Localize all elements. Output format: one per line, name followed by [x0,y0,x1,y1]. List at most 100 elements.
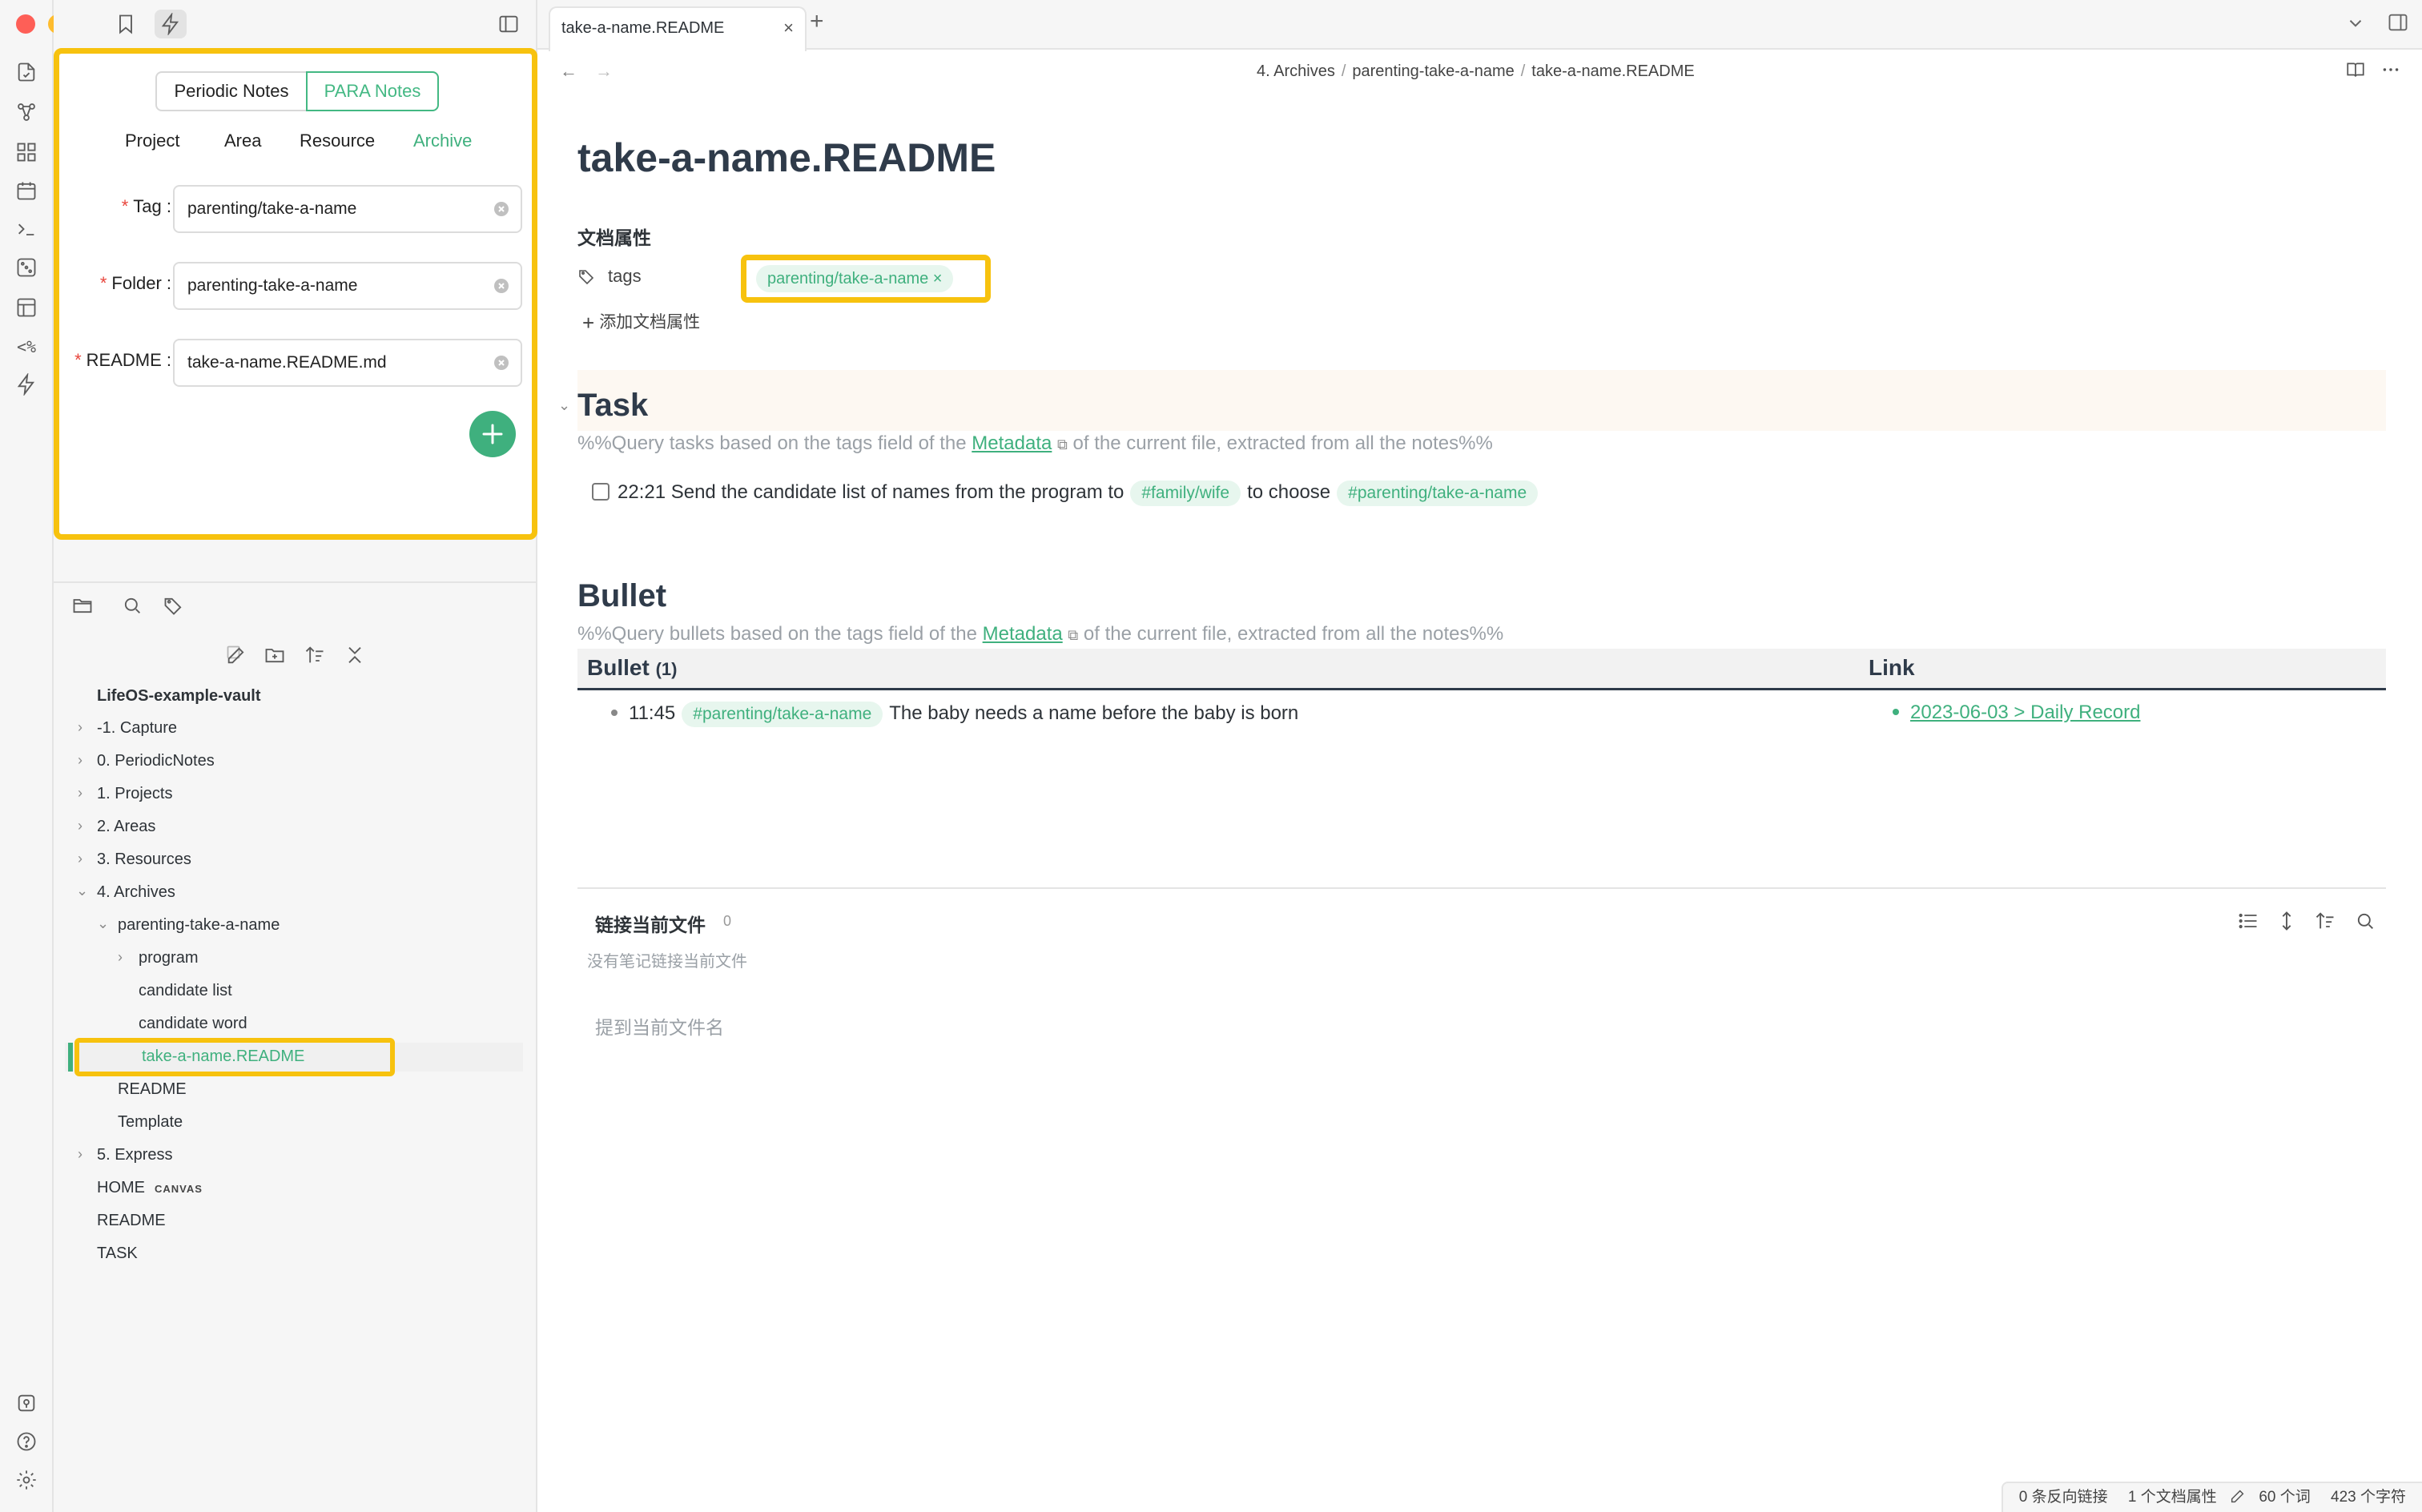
fold-chevron-icon[interactable]: ⌄ [558,397,570,414]
tree-folder-parenting-take-a-name[interactable]: parenting-take-a-name [118,916,280,935]
expand-vertical-icon[interactable] [2275,910,2298,936]
metadata-link[interactable]: Metadata [983,623,1063,645]
task-checkbox[interactable] [592,483,610,501]
add-property-button[interactable]: + 添加文档属性 [582,309,700,336]
chevron-down-icon[interactable]: ⌄ [76,883,88,899]
tab-take-a-name-readme[interactable]: take-a-name.README × [549,6,807,51]
chevron-right-icon[interactable]: › [78,752,82,769]
tree-file-home[interactable]: HOME CANVAS [97,1179,203,1197]
remove-tag-icon[interactable]: × [933,270,943,288]
clear-icon[interactable] [493,201,509,217]
chevron-right-icon[interactable]: › [78,850,82,867]
tree-folder-periodicnotes[interactable]: 0. PeriodicNotes [97,752,215,770]
bullet-comment-text: %%Query bullets based on the tags field … [577,623,983,645]
tab-area[interactable]: Area [224,131,261,151]
clear-icon[interactable] [493,278,509,294]
para-lightning-icon[interactable] [155,10,187,38]
list-icon[interactable] [2237,910,2259,936]
clear-icon[interactable] [493,355,509,371]
status-backlinks[interactable]: 0 条反向链接 [2019,1489,2108,1506]
tree-file-candidate-word[interactable]: candidate word [139,1015,247,1033]
sort-icon[interactable] [2314,910,2336,936]
graph-view-icon[interactable] [14,101,38,125]
calendar-icon[interactable] [14,179,38,203]
dashboard-icon[interactable] [14,141,38,165]
sort-icon[interactable] [304,644,326,670]
close-window-button[interactable] [16,14,35,34]
toggle-sidebar-icon[interactable] [493,10,525,38]
breadcrumb-parenting-take-a-name[interactable]: parenting-take-a-name [1352,62,1514,80]
help-icon[interactable] [14,1430,38,1454]
breadcrumb-archives[interactable]: 4. Archives [1257,62,1335,80]
metadata-link[interactable]: Metadata [972,432,1052,454]
new-note-icon[interactable] [225,644,247,670]
properties-heading: 文档属性 [577,227,651,248]
tree-folder-areas[interactable]: 2. Areas [97,818,155,836]
settings-gear-icon[interactable] [14,1469,38,1493]
backlinks-title[interactable]: 链接当前文件 [595,910,706,937]
random-note-icon[interactable] [14,256,38,280]
more-options-icon[interactable] [2380,59,2401,84]
tag-field[interactable]: parenting/take-a-name [173,185,522,233]
tab-project[interactable]: Project [125,131,179,151]
tree-folder-program[interactable]: program [139,949,198,967]
readme-field[interactable]: take-a-name.README.md [173,339,522,387]
reading-view-icon[interactable] [2345,59,2366,84]
chevron-down-icon[interactable]: ⌄ [97,915,109,932]
tags-icon[interactable] [163,594,185,621]
chevron-right-icon[interactable]: › [78,1146,82,1163]
search-icon[interactable] [2354,910,2376,936]
tree-folder-projects[interactable]: 1. Projects [97,785,172,803]
breadcrumb-current-file[interactable]: take-a-name.README [1531,62,1694,80]
tags-property-label[interactable]: tags [577,266,642,287]
bullet-count: (1) [655,659,678,679]
tree-folder-resources[interactable]: 3. Resources [97,850,191,869]
tab-close-icon[interactable]: × [783,18,794,38]
tab-resource[interactable]: Resource [300,131,375,151]
forward-arrow-icon[interactable]: → [595,61,613,82]
chevron-right-icon[interactable]: › [78,818,82,834]
open-quick-switcher-icon[interactable] [14,61,38,85]
tag-pill-text: parenting/take-a-name [767,270,929,288]
tag-family-wife[interactable]: #family/wife [1130,481,1241,506]
chevron-right-icon[interactable]: › [78,719,82,736]
tree-file-task[interactable]: TASK [97,1245,138,1263]
tree-file-template[interactable]: Template [118,1113,183,1132]
tag-pill[interactable]: parenting/take-a-name × [756,265,954,292]
tree-folder-express[interactable]: 5. Express [97,1146,172,1164]
tree-file-readme[interactable]: README [118,1080,187,1099]
tab-archive[interactable]: Archive [413,131,472,151]
new-tab-icon[interactable]: + [810,8,824,35]
para-notes-segment[interactable]: PARA Notes [306,71,439,111]
tab-list-chevron-icon[interactable] [2345,13,2366,38]
status-properties[interactable]: 1 个文档属性 [2128,1489,2217,1506]
tree-file-candidate-list[interactable]: candidate list [139,982,232,1000]
bookmark-icon[interactable] [110,10,142,38]
tag-parenting-take-a-name[interactable]: #parenting/take-a-name [682,702,883,727]
folder-field[interactable]: parenting-take-a-name [173,262,522,310]
vault-name[interactable]: LifeOS-example-vault [97,687,261,706]
vault-switcher-icon[interactable] [14,1392,38,1416]
new-folder-icon[interactable] [264,644,286,670]
tree-folder-archives[interactable]: 4. Archives [97,883,175,902]
chevron-right-icon[interactable]: › [78,785,82,802]
back-arrow-icon[interactable]: ← [560,61,577,82]
daily-record-link[interactable]: 2023-06-03 > Daily Record [1910,702,2141,723]
chevron-right-icon[interactable]: › [118,949,123,966]
templater-icon[interactable]: <% [14,335,38,359]
collapse-all-icon[interactable] [344,644,366,670]
unlinked-mentions-title[interactable]: 提到当前文件名 [595,1012,724,1040]
tag-parenting-take-a-name[interactable]: #parenting/take-a-name [1337,481,1539,506]
page-title[interactable]: take-a-name.README [577,135,996,181]
lightning-icon[interactable] [14,372,38,397]
template-icon[interactable] [14,296,38,320]
edit-mode-icon[interactable] [2229,1487,2247,1505]
periodic-notes-segment[interactable]: Periodic Notes [155,71,308,111]
create-button[interactable] [469,411,516,457]
folder-icon[interactable] [71,594,94,621]
terminal-icon[interactable] [14,218,38,242]
toggle-right-sidebar-icon[interactable] [2387,11,2409,38]
tree-file-root-readme[interactable]: README [97,1212,166,1230]
search-icon[interactable] [121,594,143,621]
tree-folder-capture[interactable]: -1. Capture [97,719,177,738]
